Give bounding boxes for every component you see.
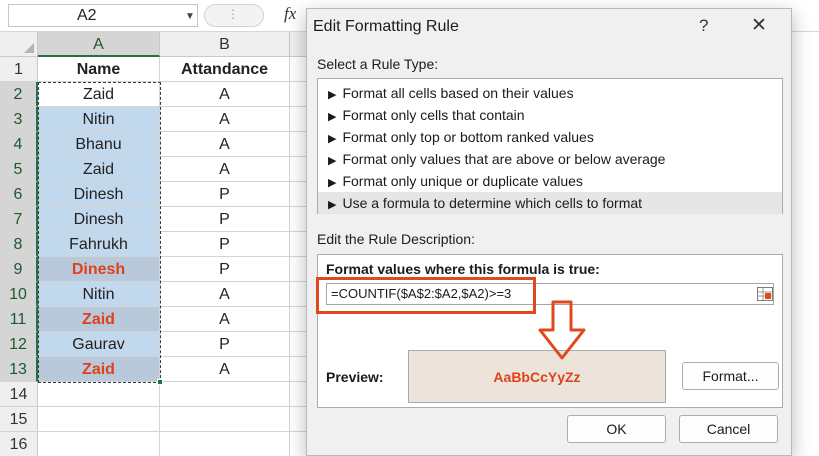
attendance-cell[interactable]: P (160, 332, 290, 357)
row-header[interactable]: 2 (0, 82, 38, 107)
attendance-cell[interactable]: A (160, 307, 290, 332)
empty-cell[interactable] (38, 407, 160, 432)
rule-type-label: Format only cells that contain (342, 107, 525, 123)
row-header[interactable]: 5 (0, 157, 38, 182)
row-header[interactable]: 1 (0, 57, 38, 82)
attendance-cell[interactable]: A (160, 82, 290, 107)
attendance-cell[interactable]: A (160, 282, 290, 307)
select-rule-type-label: Select a Rule Type: (317, 56, 439, 72)
attendance-cell[interactable]: P (160, 182, 290, 207)
attendance-cell[interactable]: A (160, 107, 290, 132)
attendance-cell[interactable]: A (160, 132, 290, 157)
name-cell[interactable]: Gaurav (38, 332, 160, 357)
row-header[interactable]: 7 (0, 207, 38, 232)
name-cell-highlighted[interactable]: Zaid (38, 307, 160, 332)
rule-type-label: Format all cells based on their values (342, 85, 574, 101)
dialog-title: Edit Formatting Rule (313, 18, 459, 35)
name-cell-highlighted[interactable]: Dinesh (38, 257, 160, 282)
formula-input[interactable]: =COUNTIF($A$2:$A2,$A2)>=3 (326, 283, 774, 305)
edit-formatting-rule-dialog: Edit Formatting Rule ? ✕ Select a Rule T… (306, 8, 792, 456)
triangle-right-icon: ▶ (328, 133, 337, 145)
close-icon[interactable]: ✕ (751, 14, 767, 37)
attendance-cell[interactable]: A (160, 157, 290, 182)
header-cell-name[interactable]: Name (38, 57, 160, 82)
empty-cell[interactable] (38, 382, 160, 407)
rule-type-item[interactable]: ▶ Format only values that are above or be… (318, 148, 782, 170)
help-icon[interactable]: ? (699, 16, 708, 36)
fill-handle[interactable] (157, 379, 163, 385)
formula-text: =COUNTIF($A$2:$A2,$A2)>=3 (331, 286, 512, 301)
rule-type-label: Use a formula to determine which cells t… (342, 195, 643, 211)
row-header[interactable]: 16 (0, 432, 38, 456)
rule-description-panel: Format values where this formula is true… (317, 254, 783, 408)
header-cell-attendance[interactable]: Attandance (160, 57, 290, 82)
more-icon: ⋮ (227, 7, 240, 21)
name-cell[interactable]: Fahrukh (38, 232, 160, 257)
row-header[interactable]: 14 (0, 382, 38, 407)
rule-type-item[interactable]: ▶ Format only cells that contain (318, 104, 782, 126)
format-button[interactable]: Format... (682, 362, 779, 390)
row-header[interactable]: 12 (0, 332, 38, 357)
empty-cell[interactable] (160, 407, 290, 432)
row-header[interactable]: 15 (0, 407, 38, 432)
triangle-right-icon: ▶ (328, 199, 337, 211)
rule-type-item[interactable]: ▶ Format only top or bottom ranked values (318, 126, 782, 148)
name-cell[interactable]: Bhanu (38, 132, 160, 157)
name-cell[interactable]: Dinesh (38, 207, 160, 232)
ok-button[interactable]: OK (567, 415, 666, 443)
edit-rule-description-label: Edit the Rule Description: (317, 231, 475, 247)
rule-type-item[interactable]: ▶ Format only unique or duplicate values (318, 170, 782, 192)
select-all-corner[interactable] (0, 32, 38, 57)
name-cell[interactable]: Nitin (38, 107, 160, 132)
name-cell[interactable]: Nitin (38, 282, 160, 307)
row-header[interactable]: 13 (0, 357, 38, 382)
attendance-cell[interactable]: P (160, 207, 290, 232)
empty-cell[interactable] (38, 432, 160, 456)
triangle-right-icon: ▶ (328, 177, 337, 189)
cancel-button[interactable]: Cancel (679, 415, 778, 443)
triangle-right-icon: ▶ (328, 89, 337, 101)
row-header[interactable]: 3 (0, 107, 38, 132)
column-header-a[interactable]: A (38, 32, 160, 57)
name-box[interactable]: A2 ▼ (8, 4, 198, 27)
empty-cell[interactable] (160, 382, 290, 407)
preview-sample: AaBbCcYyZz (408, 350, 666, 403)
formula-bar-splitter[interactable]: ⋮ (204, 4, 264, 27)
name-cell[interactable]: Zaid (38, 157, 160, 182)
attendance-cell[interactable]: P (160, 257, 290, 282)
attendance-cell[interactable]: A (160, 357, 290, 382)
row-header[interactable]: 9 (0, 257, 38, 282)
chevron-down-icon[interactable]: ▼ (185, 11, 195, 22)
name-cell-highlighted[interactable]: Zaid (38, 357, 160, 382)
triangle-right-icon: ▶ (328, 155, 337, 167)
attendance-cell[interactable]: P (160, 232, 290, 257)
row-header[interactable]: 8 (0, 232, 38, 257)
row-header[interactable]: 11 (0, 307, 38, 332)
rule-type-label: Format only values that are above or bel… (342, 151, 666, 167)
empty-cell[interactable] (160, 432, 290, 456)
name-box-value: A2 (77, 7, 97, 24)
row-header[interactable]: 10 (0, 282, 38, 307)
preview-label: Preview: (326, 369, 384, 385)
name-cell[interactable]: Zaid (38, 82, 160, 107)
rule-type-label: Format only unique or duplicate values (342, 173, 583, 189)
rule-type-item-selected[interactable]: ▶ Use a formula to determine which cells … (318, 192, 782, 214)
range-selector-icon[interactable] (757, 287, 773, 301)
rule-type-label: Format only top or bottom ranked values (342, 129, 594, 145)
column-header-b[interactable]: B (160, 32, 290, 57)
triangle-right-icon: ▶ (328, 111, 337, 123)
rule-type-list: ▶ Format all cells based on their values … (317, 78, 783, 214)
rule-type-item[interactable]: ▶ Format all cells based on their values (318, 82, 782, 104)
row-header[interactable]: 4 (0, 132, 38, 157)
fx-icon[interactable]: fx (284, 4, 296, 24)
formula-prompt: Format values where this formula is true… (326, 261, 600, 277)
name-cell[interactable]: Dinesh (38, 182, 160, 207)
row-header[interactable]: 6 (0, 182, 38, 207)
